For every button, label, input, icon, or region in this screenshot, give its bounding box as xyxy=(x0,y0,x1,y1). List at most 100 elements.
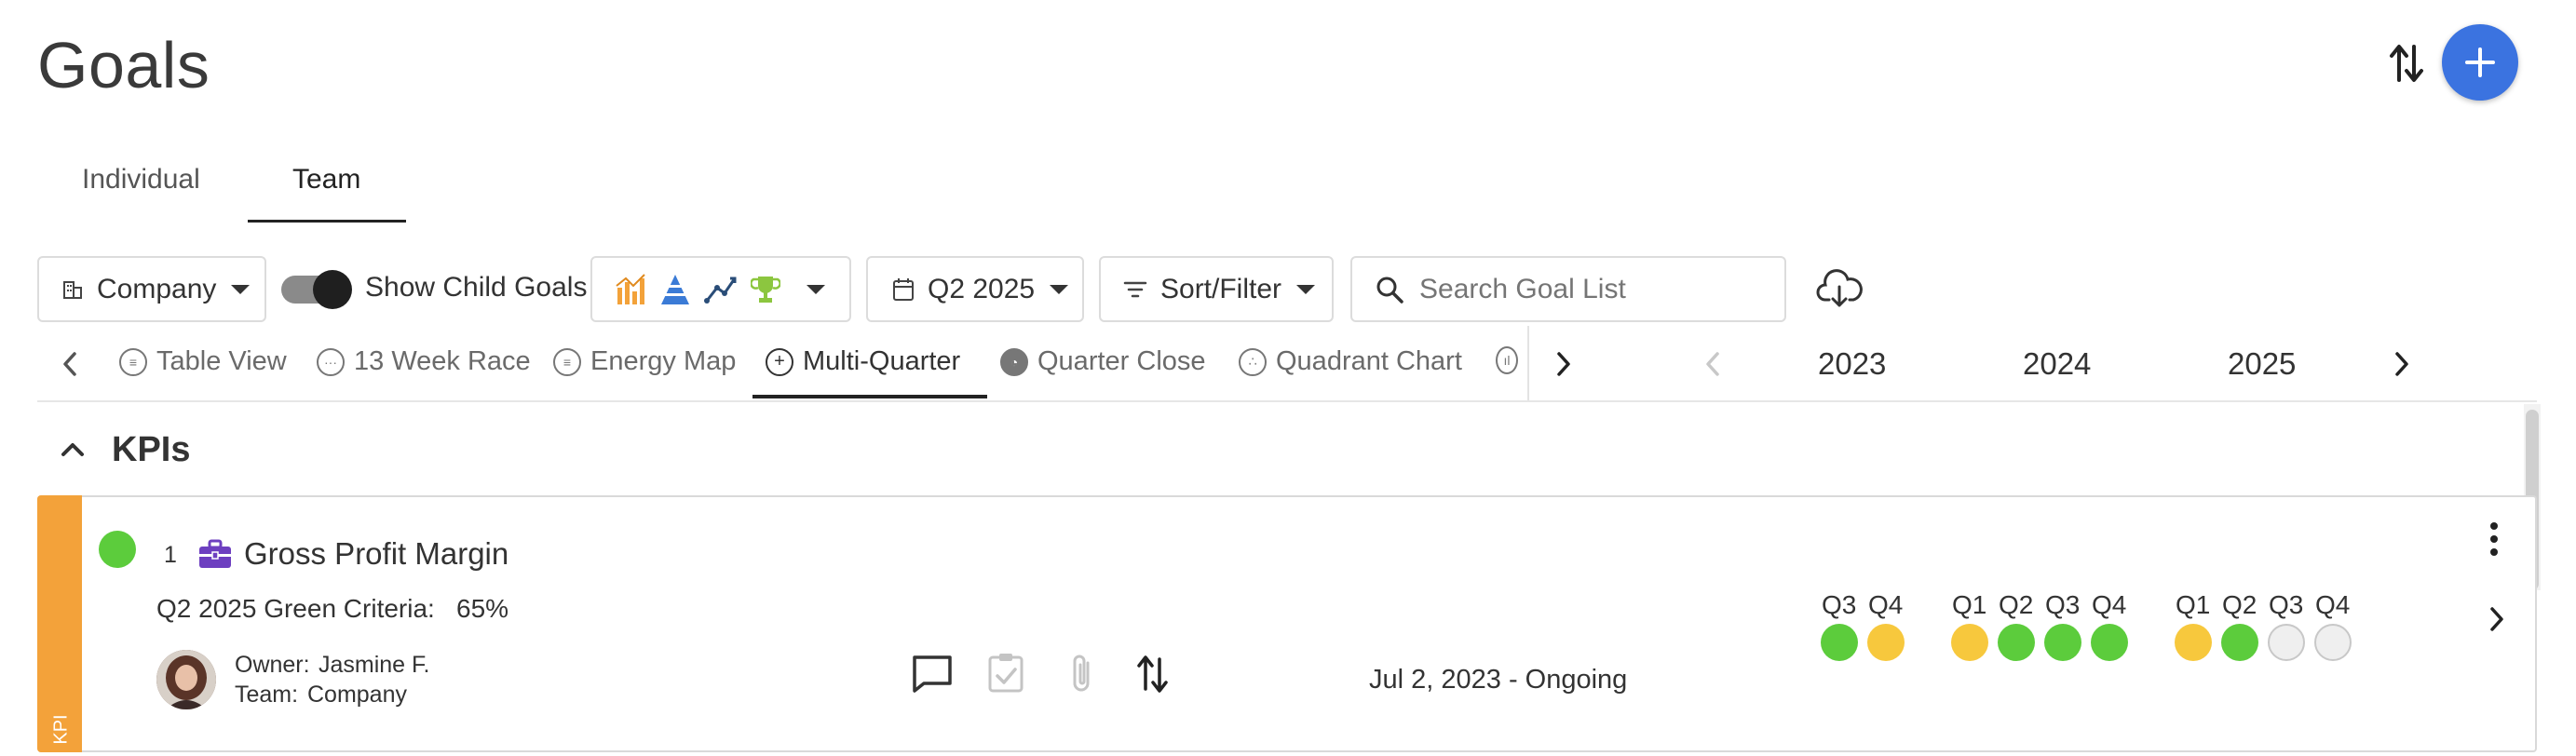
expand-goal-icon[interactable] xyxy=(2485,605,2507,638)
tab-label: Table View xyxy=(156,346,287,376)
tab-energy-map[interactable]: ≡ Energy Map xyxy=(553,346,736,377)
kpi-chart-icon xyxy=(616,273,645,304)
search-box[interactable] xyxy=(1350,256,1786,322)
tab-label: Multi-Quarter xyxy=(803,346,961,376)
criteria-value: 65% xyxy=(456,594,509,623)
criteria-label: Q2 2025 Green Criteria: xyxy=(156,594,435,623)
goal-number: 1 xyxy=(164,542,177,568)
quarter-label: Q1 xyxy=(1952,590,1987,619)
period-label: Q2 2025 xyxy=(928,273,1036,304)
quarter-label: Q4 xyxy=(2092,590,2127,619)
quarter-status-dot[interactable] xyxy=(1867,624,1905,661)
race-icon: ··· xyxy=(317,347,345,376)
tab-multi-quarter-underline xyxy=(752,395,987,398)
year-prev-icon[interactable] xyxy=(1702,350,1725,383)
search-input[interactable] xyxy=(1419,273,1764,305)
year-2025: 2025 xyxy=(2228,346,2297,381)
quarter-status-dot[interactable] xyxy=(1951,624,1988,661)
kpi-strip-label: KPI xyxy=(50,714,72,745)
toggle-knob[interactable] xyxy=(313,270,352,309)
chevron-down-icon xyxy=(1296,284,1316,294)
scroll-left-icon[interactable] xyxy=(60,350,82,383)
collapse-section-icon[interactable] xyxy=(58,434,88,466)
attachment-icon[interactable] xyxy=(1067,652,1095,699)
quarter-status-dot[interactable] xyxy=(2175,624,2212,661)
chart-icon: ıl xyxy=(1496,346,1518,374)
sort-filter-dropdown[interactable]: Sort/Filter xyxy=(1099,256,1334,322)
tab-label: Quadrant Chart xyxy=(1276,346,1462,376)
company-label: Company xyxy=(97,273,217,304)
tab-13-week-race[interactable]: ··· 13 Week Race xyxy=(317,346,531,377)
chevron-down-icon xyxy=(807,284,825,294)
quarter-status-dot[interactable] xyxy=(2044,624,2081,661)
goal-type-filter[interactable] xyxy=(590,256,851,322)
tab-label: 13 Week Race xyxy=(354,346,531,376)
tab-more-partial[interactable]: ıl xyxy=(1496,346,1527,374)
goal-dates: Jul 2, 2023 - Ongoing xyxy=(1369,665,1628,695)
quadrant-icon: ∴ xyxy=(1239,347,1267,376)
quarter-label: Q4 xyxy=(2315,590,2351,619)
calendar-icon xyxy=(893,277,914,301)
tab-multi-quarter[interactable]: + Multi-Quarter xyxy=(766,346,960,377)
tab-label: Energy Map xyxy=(590,346,737,376)
year-2024: 2024 xyxy=(2023,346,2092,381)
kpi-strip-label-wrap: KPI xyxy=(48,714,75,744)
sort-filter-label: Sort/Filter xyxy=(1160,273,1282,304)
divider xyxy=(1527,326,1529,400)
owner-label: Owner: xyxy=(235,652,310,678)
plus-circle-icon: + xyxy=(766,347,793,376)
page-title: Goals xyxy=(37,29,210,101)
briefcase-icon xyxy=(197,538,233,574)
tab-team[interactable]: Team xyxy=(292,164,360,196)
more-options-icon[interactable] xyxy=(2485,521,2503,561)
team-label: Team: xyxy=(235,682,299,708)
year-next-icon[interactable] xyxy=(2390,350,2412,383)
avatar[interactable] xyxy=(156,650,216,709)
owner-value: Jasmine F. xyxy=(319,652,430,678)
quarter-label: Q3 xyxy=(2045,590,2081,619)
trophy-icon xyxy=(751,276,780,303)
goal-name[interactable]: Gross Profit Margin xyxy=(244,536,508,572)
search-icon xyxy=(1376,277,1403,304)
team-value: Company xyxy=(307,682,407,708)
add-goal-button[interactable] xyxy=(2442,24,2518,101)
tab-label: Quarter Close xyxy=(1037,346,1206,376)
sort-icon[interactable] xyxy=(2384,37,2431,89)
goal-status-dot xyxy=(99,531,136,568)
goal-card[interactable] xyxy=(37,495,2537,752)
quarter-label: Q2 xyxy=(2222,590,2257,619)
plus-icon xyxy=(2465,47,2495,77)
chevron-down-icon xyxy=(231,284,251,294)
checklist-icon[interactable] xyxy=(987,652,1024,697)
comment-icon[interactable] xyxy=(911,654,954,699)
chevron-down-icon xyxy=(1050,284,1069,294)
tab-quadrant-chart[interactable]: ∴ Quadrant Chart xyxy=(1239,346,1462,377)
quarter-label: Q3 xyxy=(2269,590,2304,619)
filter-icon xyxy=(1123,281,1147,297)
quarter-label: Q3 xyxy=(1822,590,1857,619)
quarter-label: Q4 xyxy=(1868,590,1904,619)
scroll-right-icon[interactable] xyxy=(1552,350,1574,383)
quarter-close-icon: ◔ xyxy=(1000,347,1028,376)
quarter-status-dot[interactable] xyxy=(1821,624,1858,661)
energy-map-icon: ≡ xyxy=(553,347,581,376)
tab-quarter-close[interactable]: ◔ Quarter Close xyxy=(1000,346,1206,377)
quarter-status-dot[interactable] xyxy=(1998,624,2035,661)
quarter-status-dot[interactable] xyxy=(2091,624,2128,661)
divider xyxy=(37,400,2537,402)
period-dropdown[interactable]: Q2 2025 xyxy=(866,256,1084,322)
quarter-status-dot[interactable] xyxy=(2314,624,2352,661)
sort-icon[interactable] xyxy=(1134,652,1172,701)
tab-team-underline xyxy=(248,220,406,223)
tab-table-view[interactable]: ≡ Table View xyxy=(119,346,287,377)
quarter-status-dot[interactable] xyxy=(2221,624,2258,661)
quarter-status-dot[interactable] xyxy=(2268,624,2305,661)
section-title: KPIs xyxy=(112,430,191,469)
company-dropdown[interactable]: Company xyxy=(37,256,266,322)
pyramid-icon xyxy=(661,274,689,304)
quarter-label: Q2 xyxy=(1999,590,2034,619)
table-icon: ≡ xyxy=(119,347,147,376)
tab-individual[interactable]: Individual xyxy=(82,164,200,196)
cloud-download-icon[interactable] xyxy=(1816,268,1863,314)
year-2023: 2023 xyxy=(1818,346,1887,381)
